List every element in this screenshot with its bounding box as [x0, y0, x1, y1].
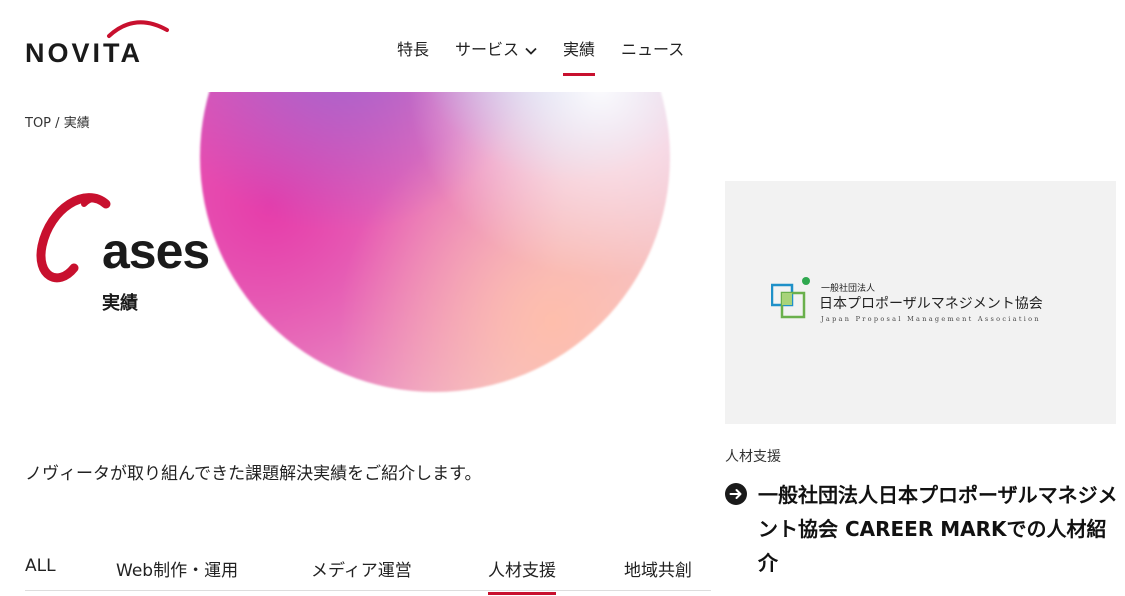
- tab-hr-support[interactable]: 人材支援: [488, 556, 556, 595]
- intro-text: ノヴィータが取り組んできた課題解決実績をご紹介します。: [25, 464, 482, 484]
- page-title: ases: [102, 223, 210, 279]
- nav-item-features[interactable]: 特長: [397, 36, 429, 60]
- page-subtitle: 実績: [102, 293, 138, 314]
- jpma-logo-icon: [771, 277, 810, 319]
- nav-label: サービス: [455, 40, 520, 59]
- nav-item-news[interactable]: ニュース: [621, 36, 684, 60]
- nav-label: 特長: [397, 40, 430, 59]
- org-name-en: Japan Proposal Management Association: [821, 315, 1041, 323]
- novita-logo[interactable]: NOVITA: [25, 16, 170, 68]
- nav-item-cases[interactable]: 実績: [563, 36, 596, 76]
- tab-media[interactable]: メディア運営: [311, 556, 412, 581]
- nav-item-services[interactable]: サービス: [455, 36, 537, 60]
- nav-label: 実績: [563, 40, 596, 59]
- tab-web[interactable]: Web制作・運用: [116, 556, 238, 581]
- breadcrumb: TOP / 実績: [25, 112, 90, 131]
- breadcrumb-current: 実績: [63, 116, 90, 131]
- case-category: 人材支援: [725, 449, 781, 465]
- gradient-blob: [200, 92, 670, 392]
- nav-label: ニュース: [621, 40, 685, 59]
- breadcrumb-home[interactable]: TOP: [25, 116, 51, 131]
- logo-arc-icon: [107, 20, 169, 38]
- tab-all[interactable]: ALL: [25, 556, 56, 576]
- arrow-right-circle-icon: [725, 483, 747, 505]
- chevron-down-icon: [525, 47, 537, 55]
- breadcrumb-separator: /: [55, 116, 60, 131]
- org-name: 日本プロポーザルマネジメント協会: [819, 296, 1043, 312]
- main-nav: 特長 サービス 実績 ニュース: [397, 36, 684, 76]
- case-title-link[interactable]: 一般社団法人日本プロポーザルマネジメント協会 CAREER MARKでの人材紹介: [758, 478, 1118, 580]
- tab-regional[interactable]: 地域共創: [624, 556, 692, 581]
- case-thumbnail[interactable]: 一般社団法人 日本プロポーザルマネジメント協会 Japan Proposal M…: [725, 181, 1116, 424]
- tabs-divider: [25, 590, 711, 591]
- logo-text: NOVITA: [25, 38, 143, 68]
